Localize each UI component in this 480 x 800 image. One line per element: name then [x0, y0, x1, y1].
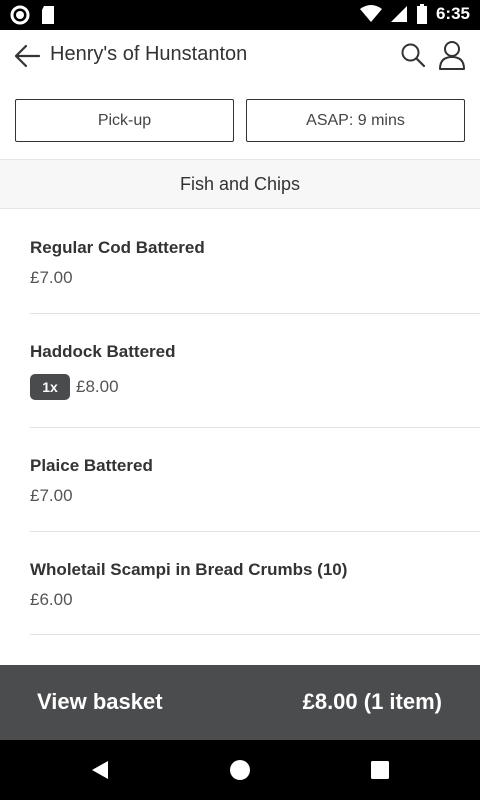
view-basket-button[interactable]: View basket £8.00 (1 item): [0, 665, 480, 740]
battery-icon: [416, 4, 427, 24]
app-bar: Henry's of Hunstanton: [0, 30, 480, 82]
page-title: Henry's of Hunstanton: [50, 43, 248, 65]
menu-item[interactable]: Regular Cod Battered £7.00: [30, 210, 480, 314]
pickup-button[interactable]: Pick-up: [15, 99, 234, 142]
signal-icon: [390, 6, 407, 22]
search-icon[interactable]: [400, 42, 426, 68]
item-price: £7.00: [30, 268, 73, 287]
category-header: Fish and Chips: [0, 159, 480, 209]
navigation-bar: [0, 740, 480, 800]
status-bar: 6:35: [0, 0, 480, 30]
item-price: £8.00: [76, 377, 119, 396]
item-price: £7.00: [30, 486, 73, 505]
item-price: £6.00: [30, 590, 73, 609]
item-name: Haddock Battered: [30, 342, 176, 361]
nav-home-icon[interactable]: [228, 758, 252, 782]
menu-item[interactable]: Haddock Battered 1x £8.00: [30, 314, 480, 428]
basket-label: View basket: [37, 689, 163, 714]
menu-item[interactable]: Plaice Battered £7.00: [30, 428, 480, 532]
nav-back-icon[interactable]: [88, 758, 112, 782]
notification-circle-icon: [10, 5, 30, 25]
item-name: Plaice Battered: [30, 456, 153, 475]
clock-time: 6:35: [435, 4, 470, 23]
sd-card-icon: [42, 6, 54, 24]
back-arrow-icon[interactable]: [12, 42, 42, 70]
menu-item[interactable]: Wholetail Scampi in Bread Crumbs (10) £6…: [30, 532, 480, 635]
item-name: Wholetail Scampi in Bread Crumbs (10): [30, 560, 348, 579]
delivery-time-button[interactable]: ASAP: 9 mins: [246, 99, 465, 142]
basket-total: £8.00 (1 item): [302, 689, 442, 714]
wifi-icon: [359, 5, 382, 22]
account-icon[interactable]: [438, 40, 466, 70]
nav-recents-icon[interactable]: [368, 758, 392, 782]
quantity-badge: 1x: [30, 374, 70, 400]
item-name: Regular Cod Battered: [30, 238, 205, 257]
